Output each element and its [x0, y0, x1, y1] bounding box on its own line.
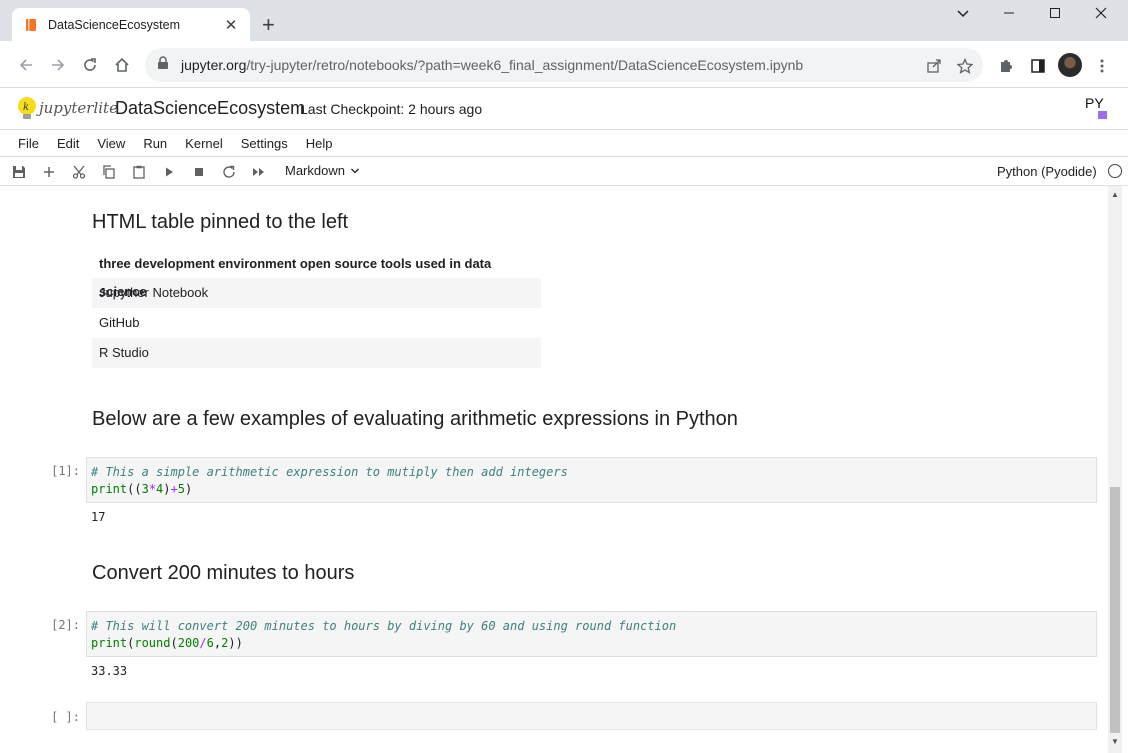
svg-text:k: k: [23, 102, 29, 113]
browser-tab-bar: DataScienceEcosystem ✕ +: [0, 0, 1128, 41]
close-window-button[interactable]: [1089, 6, 1113, 23]
copy-icon[interactable]: [100, 163, 118, 181]
cell-type-value: Markdown: [285, 163, 345, 178]
code-cell-1[interactable]: # This a simple arithmetic expression to…: [86, 457, 1097, 503]
home-icon[interactable]: [110, 53, 134, 77]
jupyterlite-wordmark: jupyterlite: [39, 99, 118, 117]
notebook-panel: HTML table pinned to the left three deve…: [0, 186, 1128, 753]
scroll-up-arrow-icon[interactable]: ▲: [1110, 190, 1120, 199]
maximize-button[interactable]: [1043, 6, 1067, 23]
cell-prompt: [ ]:: [51, 710, 80, 724]
cell-output: 33.33: [91, 664, 128, 678]
code-line: print((3*4)+5): [91, 482, 193, 496]
menu-edit[interactable]: Edit: [48, 136, 88, 151]
kernel-name[interactable]: Python (Pyodide): [997, 164, 1097, 179]
cell-output: 17: [91, 510, 106, 524]
scrollbar-thumb[interactable]: [1110, 487, 1120, 733]
pyodide-logo: PY: [1084, 94, 1112, 122]
notebook-title[interactable]: DataScienceEcosystem: [115, 98, 305, 119]
heading-arithmetic: Below are a few examples of evaluating a…: [92, 408, 738, 430]
last-checkpoint: Last Checkpoint: 2 hours ago: [300, 101, 483, 117]
back-arrow-icon[interactable]: [14, 53, 38, 77]
run-icon[interactable]: [160, 163, 178, 181]
code-comment: # This will convert 200 minutes to hours…: [91, 619, 677, 633]
extensions-puzzle-icon[interactable]: [996, 56, 1016, 76]
menu-bar: File Edit View Run Kernel Settings Help: [0, 129, 1128, 157]
menu-view[interactable]: View: [88, 136, 134, 151]
table-row: R Studio: [92, 338, 541, 368]
reload-icon[interactable]: [78, 53, 102, 77]
jupyter-header: k jupyterlite DataScienceEcosystem Last …: [0, 88, 1128, 129]
tab-title: DataScienceEcosystem: [48, 17, 181, 32]
browser-address-bar: jupyter.org/try-jupyter/retro/notebooks/…: [0, 41, 1128, 88]
menu-settings[interactable]: Settings: [232, 136, 297, 151]
lock-icon[interactable]: [157, 55, 169, 75]
forward-arrow-icon[interactable]: [46, 53, 70, 77]
code-line: print(round(200/6,2)): [91, 636, 243, 650]
table-row: GitHub: [99, 315, 140, 330]
pyodide-logo-text: PY: [1085, 95, 1104, 111]
paste-icon[interactable]: [130, 163, 148, 181]
heading-convert: Convert 200 minutes to hours: [92, 562, 355, 584]
markdown-table: three development environment open sourc…: [92, 250, 541, 368]
save-icon[interactable]: [10, 163, 28, 181]
side-panel-icon[interactable]: [1028, 56, 1048, 76]
menu-file[interactable]: File: [18, 136, 48, 151]
minimize-button[interactable]: [997, 6, 1021, 23]
tab-close-icon[interactable]: ✕: [222, 16, 240, 34]
new-tab-button[interactable]: +: [262, 14, 275, 36]
code-comment: # This a simple arithmetic expression to…: [91, 465, 568, 479]
tab-search-chevron-icon[interactable]: [951, 6, 975, 23]
code-cell-2[interactable]: # This will convert 200 minutes to hours…: [86, 611, 1097, 657]
cell-prompt: [2]:: [51, 618, 80, 632]
more-vert-icon[interactable]: [1092, 56, 1112, 76]
heading-html-table: HTML table pinned to the left: [92, 211, 349, 233]
fast-forward-icon[interactable]: [250, 163, 268, 181]
notebook-toolbar: Markdown Python (Pyodide): [0, 157, 1128, 186]
chevron-down-icon: [350, 166, 360, 176]
url-text: jupyter.org/try-jupyter/retro/notebooks/…: [181, 57, 804, 73]
jupyterlite-logo[interactable]: k jupyterlite: [17, 96, 118, 120]
menu-kernel[interactable]: Kernel: [176, 136, 232, 151]
browser-tab[interactable]: DataScienceEcosystem ✕: [12, 8, 250, 41]
menu-help[interactable]: Help: [297, 136, 342, 151]
cut-icon[interactable]: [70, 163, 88, 181]
restart-icon[interactable]: [220, 163, 238, 181]
scroll-down-arrow-icon[interactable]: ▼: [1110, 737, 1120, 746]
stop-icon[interactable]: [190, 163, 208, 181]
kernel-status-icon: [1108, 164, 1122, 178]
code-cell-empty[interactable]: [86, 702, 1097, 730]
notebook-favicon-icon: [24, 17, 38, 33]
cell-prompt: [1]:: [51, 464, 80, 478]
url-omnibox[interactable]: jupyter.org/try-jupyter/retro/notebooks/…: [145, 48, 983, 82]
cell-type-select[interactable]: Markdown: [285, 163, 360, 178]
profile-avatar[interactable]: [1058, 53, 1082, 77]
bookmark-star-icon[interactable]: [955, 56, 975, 76]
table-header: three development environment open sourc…: [99, 256, 492, 299]
share-icon[interactable]: [924, 56, 944, 76]
menu-run[interactable]: Run: [134, 136, 176, 151]
table-row: Jupyther Notebook: [92, 278, 541, 308]
add-cell-icon[interactable]: [40, 163, 58, 181]
jupyterlite-bulb-icon: k: [18, 97, 36, 119]
